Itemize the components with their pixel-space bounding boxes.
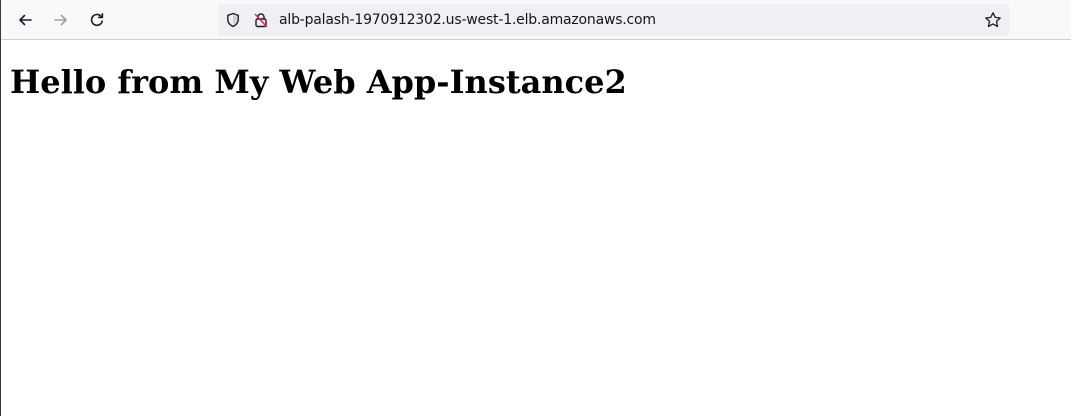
- url-text[interactable]: alb-palash-1970912302.us-west-1.elb.amaz…: [279, 4, 656, 36]
- back-button[interactable]: [11, 6, 39, 34]
- address-bar[interactable]: alb-palash-1970912302.us-west-1.elb.amaz…: [218, 4, 1010, 36]
- page-heading: Hello from My Web App-Instance2: [10, 63, 627, 101]
- arrow-right-icon: [54, 14, 67, 26]
- browser-window: alb-palash-1970912302.us-west-1.elb.amaz…: [0, 0, 1071, 416]
- insecure-lock-icon[interactable]: [252, 11, 270, 29]
- reload-icon: [90, 13, 104, 27]
- browser-toolbar: alb-palash-1970912302.us-west-1.elb.amaz…: [1, 0, 1071, 40]
- forward-button[interactable]: [47, 6, 75, 34]
- reload-button[interactable]: [83, 6, 111, 34]
- star-icon[interactable]: [983, 10, 1003, 30]
- shield-icon[interactable]: [224, 11, 242, 29]
- arrow-left-icon: [19, 14, 32, 26]
- page-content: Hello from My Web App-Instance2: [1, 41, 1071, 416]
